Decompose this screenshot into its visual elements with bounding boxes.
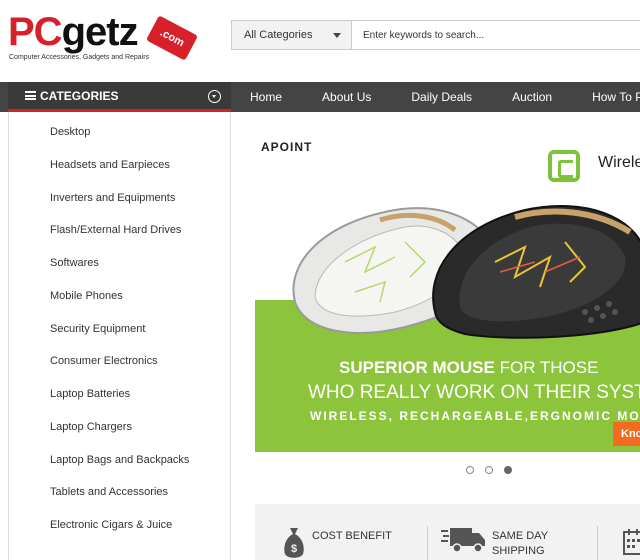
carousel-dot-1[interactable] xyxy=(466,466,474,474)
sidebar-item-security[interactable]: Security Equipment xyxy=(50,323,145,335)
features-strip: $ COST BENEFIT SAME DAY SHIPPING xyxy=(255,504,640,560)
money-bag-icon: $ xyxy=(284,528,304,558)
logo-pc: PC xyxy=(8,10,63,54)
nav-daily-deals[interactable]: Daily Deals xyxy=(391,82,492,112)
sidebar-item-laptop-bags[interactable]: Laptop Bags and Backpacks xyxy=(50,454,189,466)
feature-same-day-shipping: SAME DAY SHIPPING xyxy=(492,529,548,559)
calendar-icon xyxy=(623,529,640,555)
site-logo[interactable]: PCgetz .com Computer Accessories, Gadget… xyxy=(8,10,198,66)
sidebar-item-headsets[interactable]: Headsets and Earpieces xyxy=(50,159,170,171)
categories-header[interactable]: CATEGORIES xyxy=(8,82,231,112)
nav-how-to-pay[interactable]: How To Pay xyxy=(572,82,640,112)
banner-slogan-bold: SUPERIOR MOUSE xyxy=(339,358,495,377)
search-input[interactable] xyxy=(352,21,640,49)
category-select[interactable]: All Categories xyxy=(232,21,352,49)
feature-divider xyxy=(427,526,428,560)
chevron-circle-down-icon[interactable] xyxy=(208,90,221,103)
banner-slogan-line3: WIRELESS, RECHARGEABLE,ERGNOMIC MOUSE xyxy=(310,409,640,423)
nav-menu: Home About Us Daily Deals Auction How To… xyxy=(231,82,640,112)
feature-shipping-line1: SAME DAY xyxy=(492,530,549,542)
feature-cost-benefit: COST BENEFIT xyxy=(312,529,392,544)
banner-slogan-rest: FOR THOSE xyxy=(494,358,599,377)
logo-tagline: Computer Accessories, Gadgets and Repair… xyxy=(9,54,150,61)
mouse-product-image xyxy=(292,205,640,339)
logo-tag: .com xyxy=(146,15,198,61)
banner-know-more-button[interactable]: Know xyxy=(613,422,640,446)
sidebar-item-flash-drives[interactable]: Flash/External Hard Drives xyxy=(50,224,181,236)
nav-about-us[interactable]: About Us xyxy=(302,82,391,112)
carousel-dot-3[interactable] xyxy=(504,466,512,474)
list-icon xyxy=(25,91,36,100)
sidebar-item-electronic-cigars[interactable]: Electronic Cigars & Juice xyxy=(50,519,172,531)
nav-auction[interactable]: Auction xyxy=(492,82,572,112)
banner-slogan-line2: WHO REALLY WORK ON THEIR SYSTEMS xyxy=(308,382,640,403)
sidebar-item-laptop-chargers[interactable]: Laptop Chargers xyxy=(50,421,132,433)
category-sidebar: Desktop Headsets and Earpieces Inverters… xyxy=(8,112,231,560)
wireless-logo-icon xyxy=(548,150,580,182)
sidebar-item-desktop[interactable]: Desktop xyxy=(50,126,90,138)
feature-shipping-line2: SHIPPING xyxy=(492,545,545,557)
logo-wordmark: PCgetz xyxy=(8,10,139,54)
sidebar-item-laptop-batteries[interactable]: Laptop Batteries xyxy=(50,388,130,400)
carousel-dot-2[interactable] xyxy=(485,466,493,474)
carousel-dots xyxy=(466,466,512,474)
sidebar-item-tablets[interactable]: Tablets and Accessories xyxy=(50,486,168,498)
sidebar-item-consumer-electronics[interactable]: Consumer Electronics xyxy=(50,355,158,367)
nav-home[interactable]: Home xyxy=(231,82,302,112)
sidebar-item-inverters[interactable]: Inverters and Equipments xyxy=(50,192,175,204)
feature-cost-benefit-line1: COST BENEFIT xyxy=(312,530,392,542)
caret-down-icon xyxy=(333,32,341,38)
hero-banner[interactable]: APOINT Wireless SUPERIOR MOUSE FOR THOSE… xyxy=(255,130,640,452)
banner-brand: APOINT xyxy=(261,140,313,154)
banner-wireless-text: Wireless xyxy=(598,154,640,171)
logo-getz: getz xyxy=(61,10,139,54)
categories-label: CATEGORIES xyxy=(40,88,119,103)
sidebar-item-softwares[interactable]: Softwares xyxy=(50,257,99,269)
feature-divider xyxy=(597,526,598,560)
svg-text:$: $ xyxy=(291,543,297,555)
banner-slogan-line1: SUPERIOR MOUSE FOR THOSE xyxy=(339,358,598,378)
sidebar-item-mobile-phones[interactable]: Mobile Phones xyxy=(50,290,123,302)
delivery-truck-icon xyxy=(441,528,485,553)
search-bar: All Categories xyxy=(231,20,640,50)
category-select-value: All Categories xyxy=(244,29,313,41)
